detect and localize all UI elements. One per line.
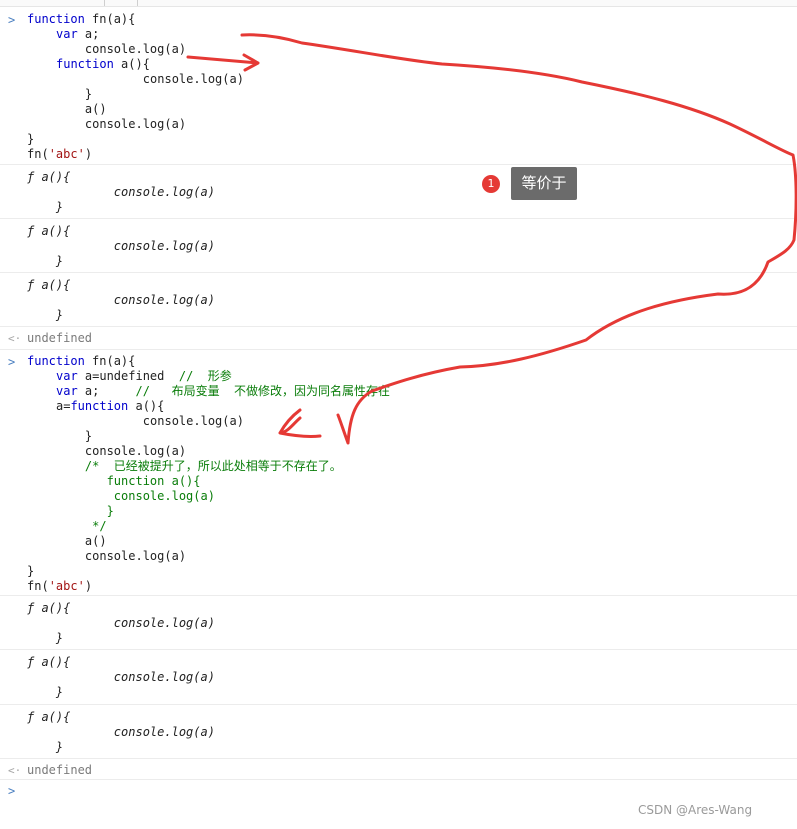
- code-line: fn('abc'): [27, 579, 92, 594]
- output-line: console.log(a): [56, 239, 215, 253]
- code-line: console.log(a): [56, 444, 187, 458]
- output-line: ƒ a(){: [27, 710, 71, 724]
- code-text: a(){: [113, 57, 150, 71]
- code-text: a(){: [128, 399, 165, 413]
- result-arrow-icon: <·: [8, 332, 22, 345]
- output-line: console.log(a): [56, 616, 215, 630]
- console-log-entry[interactable]: ƒ a(){ console.log(a) }: [0, 596, 797, 650]
- output-line: ƒ a(){: [27, 601, 71, 615]
- output-line: ƒ a(){: [27, 170, 71, 184]
- code-text: fn(: [27, 579, 49, 593]
- output-line: }: [27, 685, 64, 699]
- code-line: console.log(a): [85, 414, 244, 428]
- code-comment-line: */: [56, 519, 107, 533]
- csdn-watermark: CSDN @Ares-Wang: [638, 803, 753, 817]
- keyword-function: function: [56, 57, 114, 71]
- console-top-edge: [0, 0, 797, 7]
- console-log-entry[interactable]: ƒ a(){ console.log(a) }: [0, 705, 797, 759]
- result-undefined: undefined: [27, 763, 93, 777]
- code-text: a;: [77, 384, 136, 398]
- string-literal: 'abc': [48, 579, 85, 593]
- code-text: fn(a){: [84, 354, 136, 368]
- code-text: fn(: [27, 147, 49, 161]
- code-line: a=function a(){: [56, 399, 164, 414]
- console-result-entry[interactable]: <· undefined: [0, 327, 797, 350]
- code-comment-line: function a(){: [56, 474, 201, 488]
- keyword-var: var: [56, 384, 78, 398]
- code-line: }: [27, 132, 35, 146]
- code-line: fn('abc'): [27, 147, 92, 162]
- annotation-badge: 1: [482, 175, 500, 193]
- output-line: ƒ a(){: [27, 224, 71, 238]
- output-line: console.log(a): [56, 293, 215, 307]
- code-text: a;: [77, 27, 100, 41]
- code-comment: // 形参: [178, 369, 232, 383]
- code-line: }: [56, 429, 93, 443]
- code-line: function fn(a){: [27, 12, 135, 27]
- output-line: console.log(a): [56, 670, 215, 684]
- console-result-entry[interactable]: <· undefined: [0, 759, 797, 780]
- console-log-entry[interactable]: ƒ a(){ console.log(a) }: [0, 219, 797, 273]
- input-prompt-chevron: >: [8, 13, 16, 27]
- keyword-var: var: [56, 369, 78, 383]
- devtools-console: > function fn(a){ var a; console.log(a) …: [0, 0, 797, 829]
- code-line: console.log(a): [56, 549, 187, 563]
- annotation-tooltip: 等价于: [511, 167, 577, 200]
- result-arrow-icon: <·: [8, 764, 22, 777]
- code-line: function a(){: [56, 57, 150, 72]
- code-comment: // 布局变量 不做修改，因为同名属性存在: [135, 384, 391, 398]
- code-text: a=: [56, 399, 71, 413]
- code-comment-line: }: [56, 504, 114, 518]
- result-undefined: undefined: [27, 331, 93, 345]
- console-log-entry[interactable]: ƒ a(){ console.log(a) }: [0, 650, 797, 705]
- output-line: console.log(a): [56, 725, 215, 739]
- console-input-entry-2[interactable]: > function fn(a){ var a=undefined // 形参 …: [0, 350, 797, 596]
- output-line: }: [27, 740, 64, 754]
- code-text: ): [84, 579, 93, 593]
- output-line: ƒ a(){: [27, 278, 71, 292]
- code-line: a(): [56, 534, 107, 548]
- console-input-entry-1[interactable]: > function fn(a){ var a; console.log(a) …: [0, 8, 797, 165]
- code-line: }: [56, 87, 93, 101]
- code-comment-line: console.log(a): [56, 489, 215, 503]
- keyword-var: var: [56, 27, 78, 41]
- string-literal: 'abc': [48, 147, 85, 161]
- output-line: }: [27, 254, 64, 268]
- code-line: }: [27, 564, 35, 578]
- console-log-entry[interactable]: ƒ a(){ console.log(a) }: [0, 273, 797, 327]
- code-line: var a=undefined // 形参: [56, 369, 232, 384]
- code-comment-line: /* 已经被提升了，所以此处相等于不存在了。: [56, 459, 342, 473]
- code-line: var a; // 布局变量 不做修改，因为同名属性存在: [56, 384, 390, 399]
- tab-notch: [104, 0, 138, 6]
- code-line: console.log(a): [56, 117, 187, 131]
- console-log-entry[interactable]: ƒ a(){ console.log(a) }: [0, 165, 797, 219]
- code-text: a=undefined: [77, 369, 179, 383]
- output-line: }: [27, 308, 64, 322]
- code-line: console.log(a): [56, 42, 187, 56]
- output-line: }: [27, 200, 64, 214]
- keyword-function: function: [27, 354, 85, 368]
- output-line: console.log(a): [56, 185, 215, 199]
- code-line: a(): [56, 102, 107, 116]
- input-prompt-chevron: >: [8, 355, 16, 369]
- code-line: var a;: [56, 27, 99, 42]
- keyword-function: function: [70, 399, 129, 413]
- output-line: }: [27, 631, 64, 645]
- code-text: fn(a){: [84, 12, 136, 26]
- console-input-prompt[interactable]: >: [8, 784, 15, 798]
- code-text: ): [84, 147, 93, 161]
- code-line: console.log(a): [85, 72, 244, 86]
- keyword-function: function: [27, 12, 85, 26]
- output-line: ƒ a(){: [27, 655, 71, 669]
- code-line: function fn(a){: [27, 354, 135, 369]
